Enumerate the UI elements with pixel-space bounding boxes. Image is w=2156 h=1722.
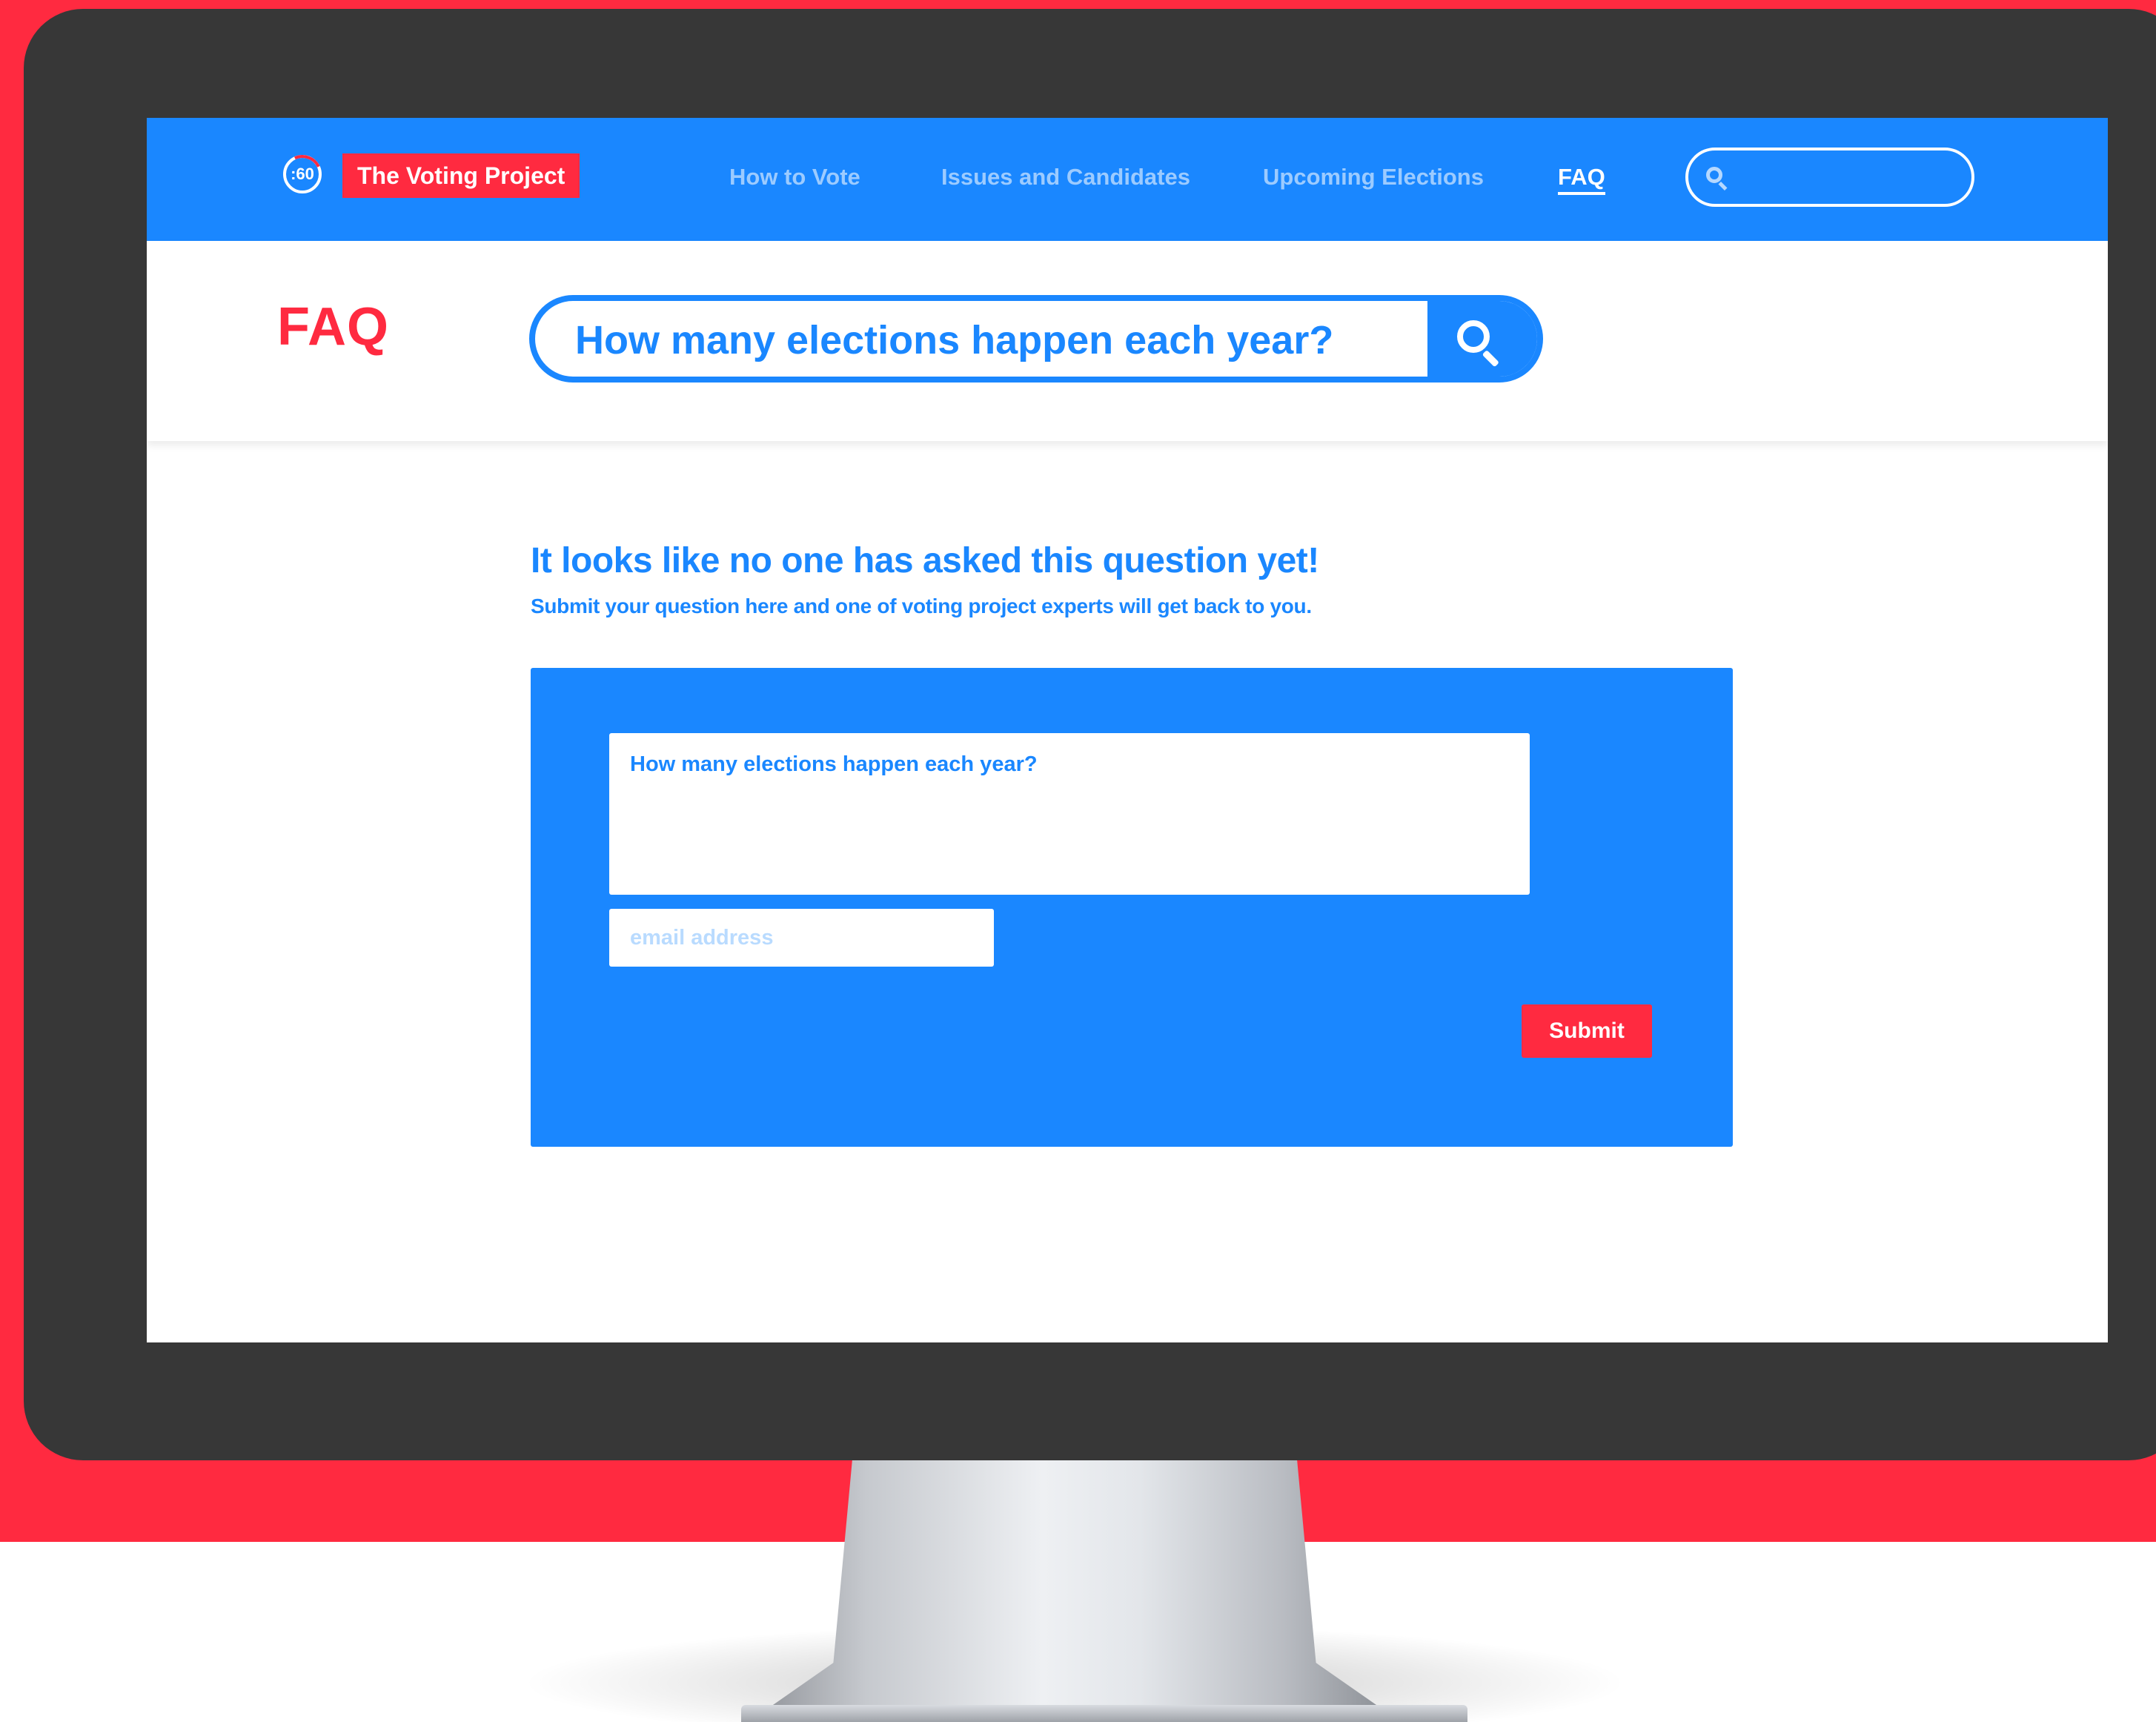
nav-search-input[interactable] — [1734, 158, 1960, 198]
logo-arc — [277, 149, 328, 199]
nav-link-issues-and-candidates[interactable]: Issues and Candidates — [941, 164, 1190, 191]
nav-search-box[interactable] — [1685, 148, 1974, 207]
logo-icon[interactable]: :60 — [277, 149, 328, 199]
submit-instructions: Submit your question here and one of vot… — [531, 595, 1312, 617]
brand-label[interactable]: The Voting Project — [342, 153, 580, 198]
submit-button[interactable]: Submit — [1522, 1004, 1652, 1058]
question-form: How many elections happen each year? Sub… — [531, 668, 1733, 1147]
browser-screen: :60 The Voting Project How to Vote Issue… — [147, 118, 2108, 1342]
search-icon — [1457, 320, 1490, 353]
monitor-stand-base — [741, 1705, 1467, 1722]
question-textarea[interactable]: How many elections happen each year? — [609, 733, 1530, 895]
no-question-heading: It looks like no one has asked this ques… — [531, 541, 1319, 580]
monitor-bezel: :60 The Voting Project How to Vote Issue… — [24, 9, 2156, 1460]
search-icon[interactable] — [1706, 167, 1722, 183]
faq-header: FAQ — [147, 241, 2108, 441]
nav-link-upcoming-elections[interactable]: Upcoming Elections — [1263, 164, 1484, 191]
faq-search-bar[interactable] — [529, 295, 1543, 383]
nav-link-how-to-vote[interactable]: How to Vote — [729, 164, 860, 191]
email-field[interactable] — [609, 909, 994, 967]
faq-search-button[interactable] — [1427, 301, 1537, 377]
faq-search-input[interactable] — [574, 311, 1429, 369]
nav-link-faq[interactable]: FAQ — [1558, 164, 1605, 195]
page-title: FAQ — [277, 297, 390, 357]
top-navigation: :60 The Voting Project How to Vote Issue… — [147, 118, 2108, 241]
